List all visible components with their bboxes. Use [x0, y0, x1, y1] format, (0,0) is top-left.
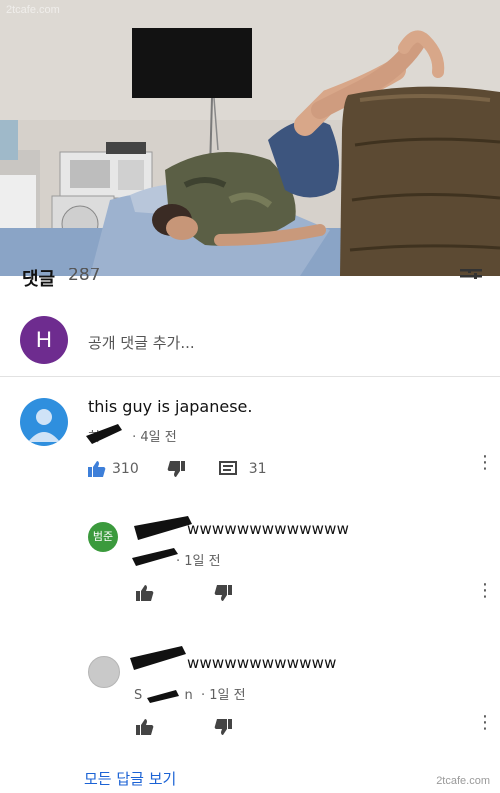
- reply-time: · 1일 전: [176, 554, 221, 569]
- thumbs-down-icon: [214, 719, 232, 735]
- dislike-button[interactable]: [167, 460, 185, 478]
- comment-time: · 4일 전: [132, 430, 177, 445]
- redaction-mark: [86, 424, 122, 444]
- thumbs-up-icon: [136, 585, 154, 601]
- reply-meta: S n · 1일 전: [134, 684, 246, 704]
- dislike-button[interactable]: [214, 584, 232, 602]
- redaction-mark: [134, 516, 192, 540]
- reply-icon: [218, 461, 237, 475]
- thumbs-down-icon: [214, 585, 232, 601]
- reply-avatar[interactable]: 범준: [88, 522, 118, 552]
- more-options-icon[interactable]: ⋮: [476, 582, 494, 600]
- reply-item: wwwwwwwwwwww S n · 1일 전 ⋮: [0, 640, 500, 750]
- default-avatar-icon: [28, 409, 60, 442]
- like-button[interactable]: [136, 584, 154, 602]
- video-frame-image: [0, 0, 500, 276]
- like-count: 310: [112, 461, 139, 477]
- author-fragment: n: [184, 688, 193, 703]
- reply-text: wwwwwwwwwwww: [187, 654, 337, 672]
- author-fragment: S: [134, 688, 143, 703]
- comment-thread: this guy is japanese. 히 · 4일 전 310: [0, 376, 500, 486]
- sort-icon[interactable]: [460, 268, 482, 287]
- thumbs-up-icon: [136, 719, 154, 735]
- reply-avatar[interactable]: [88, 656, 120, 688]
- reply-item: 범준 wwwwwwwwwwwww · 1일 전 ⋮: [0, 506, 500, 616]
- comments-count: 287: [68, 268, 101, 285]
- reply-time: · 1일 전: [200, 688, 246, 703]
- watermark: 2tcafe.com: [436, 775, 490, 787]
- thumbs-down-icon: [167, 461, 185, 477]
- redaction-mark: [130, 646, 186, 670]
- view-all-replies-link[interactable]: 모든 답글 보기: [84, 768, 176, 789]
- add-comment-input[interactable]: 공개 댓글 추가...: [88, 332, 195, 353]
- redaction-mark: [147, 689, 180, 703]
- user-avatar[interactable]: H: [20, 316, 68, 364]
- reply-actions: [136, 584, 232, 602]
- like-button[interactable]: [136, 718, 154, 736]
- comment-meta: 히 · 4일 전: [86, 424, 177, 445]
- reply-button[interactable]: 31: [218, 461, 267, 477]
- watermark: 2tcafe.com: [6, 4, 60, 16]
- add-comment-row[interactable]: H 공개 댓글 추가...: [0, 296, 500, 377]
- commenter-avatar[interactable]: [20, 398, 68, 446]
- reply-actions: [136, 718, 232, 736]
- comments-header: 댓글 287: [0, 268, 500, 294]
- comment-actions: 310 31: [88, 460, 267, 478]
- thumbs-up-icon: [88, 461, 106, 477]
- comment-text: this guy is japanese.: [88, 397, 253, 416]
- more-options-icon[interactable]: ⋮: [476, 714, 494, 732]
- video-player[interactable]: [0, 0, 500, 276]
- reply-count: 31: [248, 461, 267, 477]
- more-options-icon[interactable]: ⋮: [476, 454, 494, 472]
- redaction-mark: [132, 548, 178, 566]
- comments-title: 댓글: [22, 269, 56, 290]
- dislike-button[interactable]: [214, 718, 232, 736]
- like-button[interactable]: 310: [88, 460, 139, 478]
- reply-text: wwwwwwwwwwwww: [187, 520, 350, 538]
